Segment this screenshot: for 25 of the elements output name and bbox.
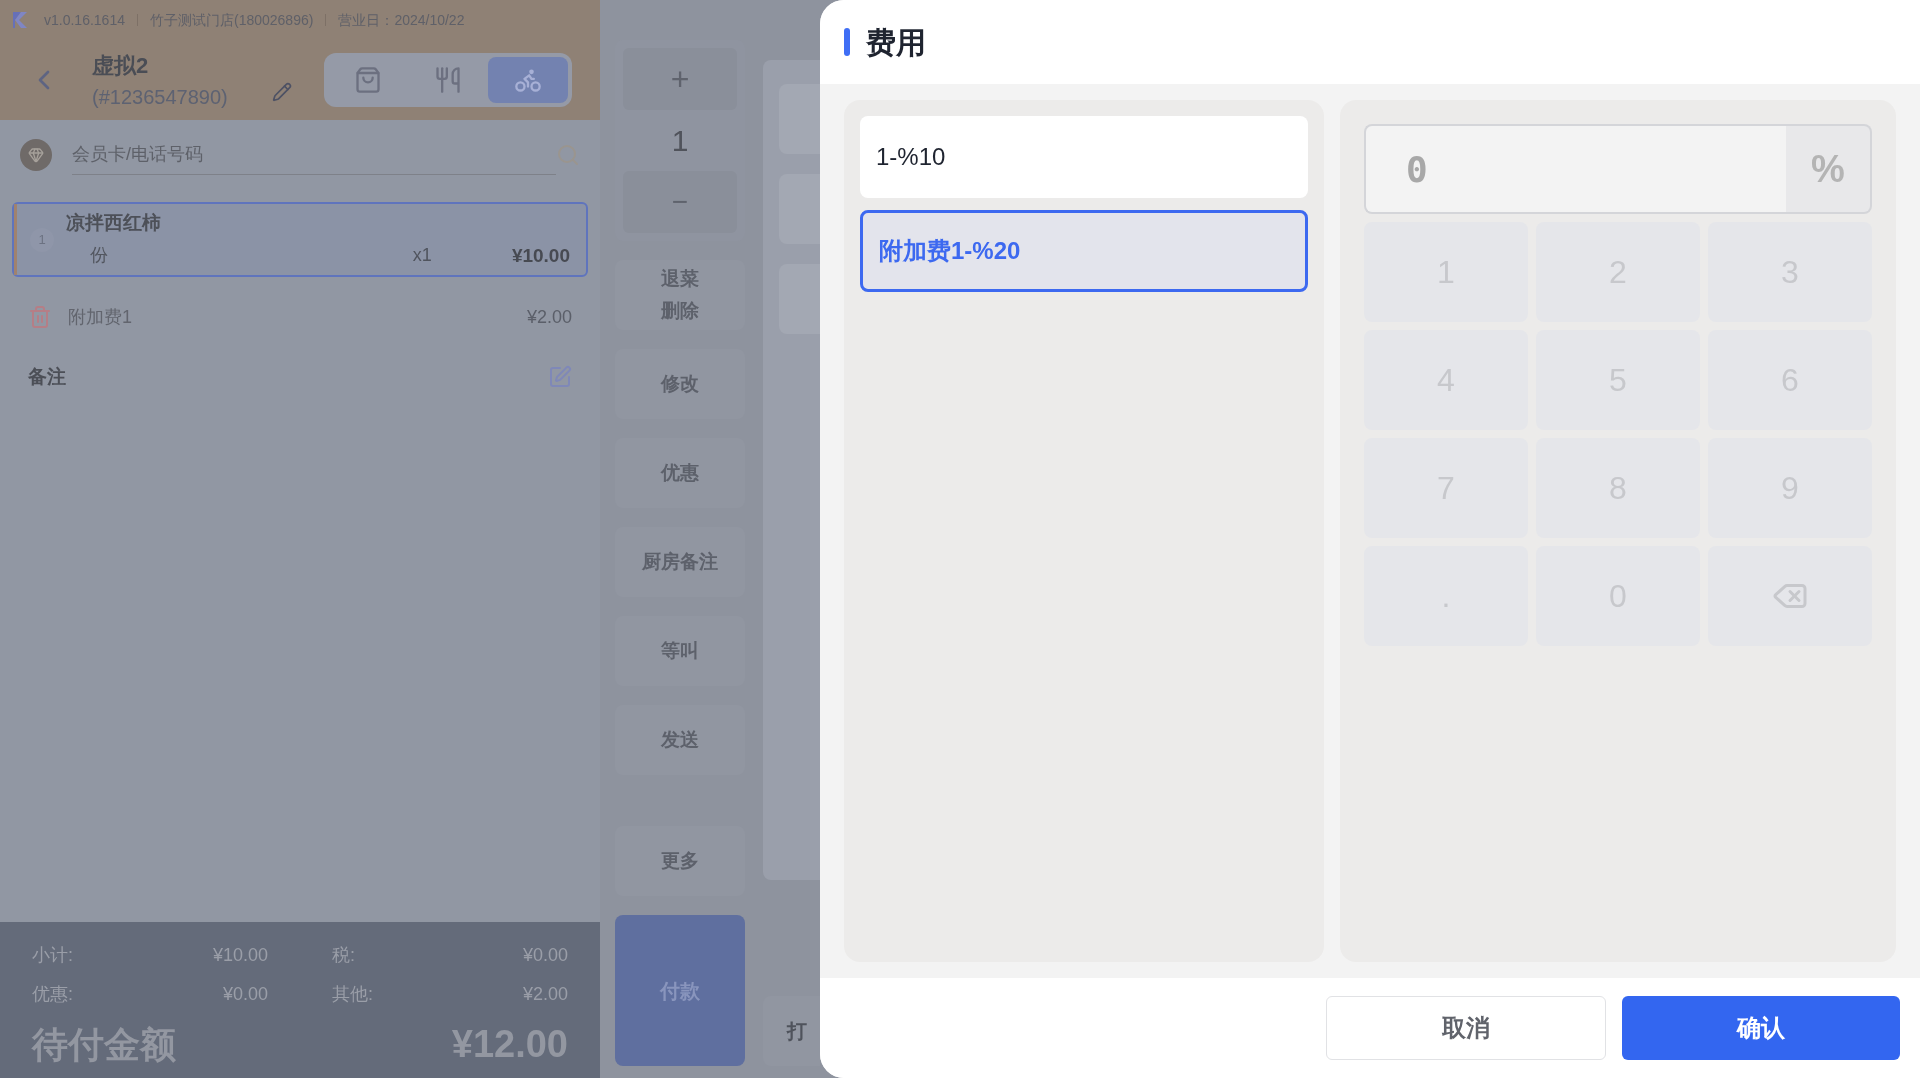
keypad-key[interactable]: . <box>1364 546 1528 646</box>
plus-button[interactable]: + <box>623 48 737 110</box>
confirm-button[interactable]: 确认 <box>1622 996 1900 1060</box>
minus-button[interactable]: − <box>623 171 737 233</box>
trash-icon[interactable] <box>28 305 52 329</box>
member-icon <box>20 139 52 171</box>
item-name: 凉拌西红柿 <box>66 211 162 235</box>
dialog-title: 费用 <box>866 24 926 61</box>
mode-tab[interactable] <box>488 57 568 103</box>
fee-option[interactable]: 1-%10 <box>860 116 1308 198</box>
bag-icon <box>354 66 382 94</box>
surcharge-amount: ¥2.00 <box>526 305 572 329</box>
quantity-value: 1 <box>671 123 689 159</box>
title-accent-bar <box>844 28 850 56</box>
member-search-field[interactable]: 会员卡/电话号码 <box>72 135 556 175</box>
cancel-button[interactable]: 取消 <box>1326 996 1606 1060</box>
item-qty: x1 <box>412 244 432 268</box>
edit-icon[interactable] <box>272 82 292 102</box>
note-label: 备注 <box>28 364 66 389</box>
item-unit: 份 <box>90 244 108 268</box>
order-title: 虚拟2 <box>92 51 150 80</box>
utensils-icon <box>434 66 462 94</box>
item-price: ¥10.00 <box>511 243 570 268</box>
fee-option[interactable]: 附加费1-%20 <box>860 210 1308 292</box>
backspace-key[interactable] <box>1708 546 1872 646</box>
